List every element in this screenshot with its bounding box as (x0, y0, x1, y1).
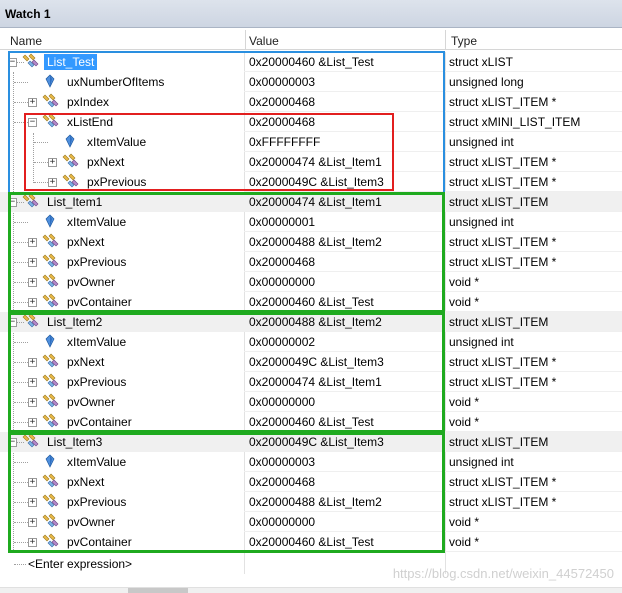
row-type: struct xLIST_ITEM * (449, 155, 557, 169)
row-type: unsigned long (449, 75, 524, 89)
row-type: struct xLIST_ITEM * (449, 175, 557, 189)
watermark-text: https://blog.csdn.net/weixin_44572450 (392, 566, 614, 581)
row-type: struct xLIST_ITEM * (449, 235, 557, 249)
row-type: unsigned int (449, 455, 514, 469)
row-type: struct xMINI_LIST_ITEM (449, 115, 581, 129)
list-item1-highlight-green (8, 192, 445, 313)
watch-window-title: Watch 1 (5, 7, 51, 21)
row-type: struct xLIST_ITEM (449, 195, 549, 209)
column-divider-name-value[interactable] (245, 30, 246, 50)
row-type: struct xLIST_ITEM * (449, 95, 557, 109)
column-header-type[interactable]: Type (451, 34, 477, 48)
tree-line (14, 564, 26, 565)
column-header-name[interactable]: Name (10, 34, 42, 48)
column-header-value[interactable]: Value (249, 34, 279, 48)
enter-expression-input[interactable]: <Enter expression> (28, 557, 132, 571)
horizontal-scrollbar[interactable] (0, 587, 622, 593)
row-type: void * (449, 295, 480, 309)
row-type: unsigned int (449, 335, 514, 349)
row-type: void * (449, 275, 480, 289)
row-type: struct xLIST_ITEM * (449, 375, 557, 389)
row-type: struct xLIST_ITEM * (449, 495, 557, 509)
row-type: void * (449, 395, 480, 409)
column-header: Name Value Type (0, 30, 622, 50)
row-type: struct xLIST_ITEM * (449, 475, 557, 489)
row-type: void * (449, 535, 480, 549)
row-type: void * (449, 515, 480, 529)
scrollbar-thumb[interactable] (128, 588, 188, 593)
column-divider-value-type[interactable] (445, 30, 446, 50)
xlistend-highlight-red (24, 113, 394, 191)
row-type: unsigned int (449, 135, 514, 149)
list-item2-highlight-green (8, 312, 445, 433)
row-type: void * (449, 415, 480, 429)
row-type: struct xLIST (449, 55, 514, 69)
row-type: struct xLIST_ITEM * (449, 255, 557, 269)
row-type: struct xLIST_ITEM * (449, 355, 557, 369)
row-type: struct xLIST_ITEM (449, 435, 549, 449)
row-type: unsigned int (449, 215, 514, 229)
watch-window-titlebar: Watch 1 (0, 0, 622, 28)
row-type: struct xLIST_ITEM (449, 315, 549, 329)
list-item3-highlight-green (8, 432, 445, 553)
